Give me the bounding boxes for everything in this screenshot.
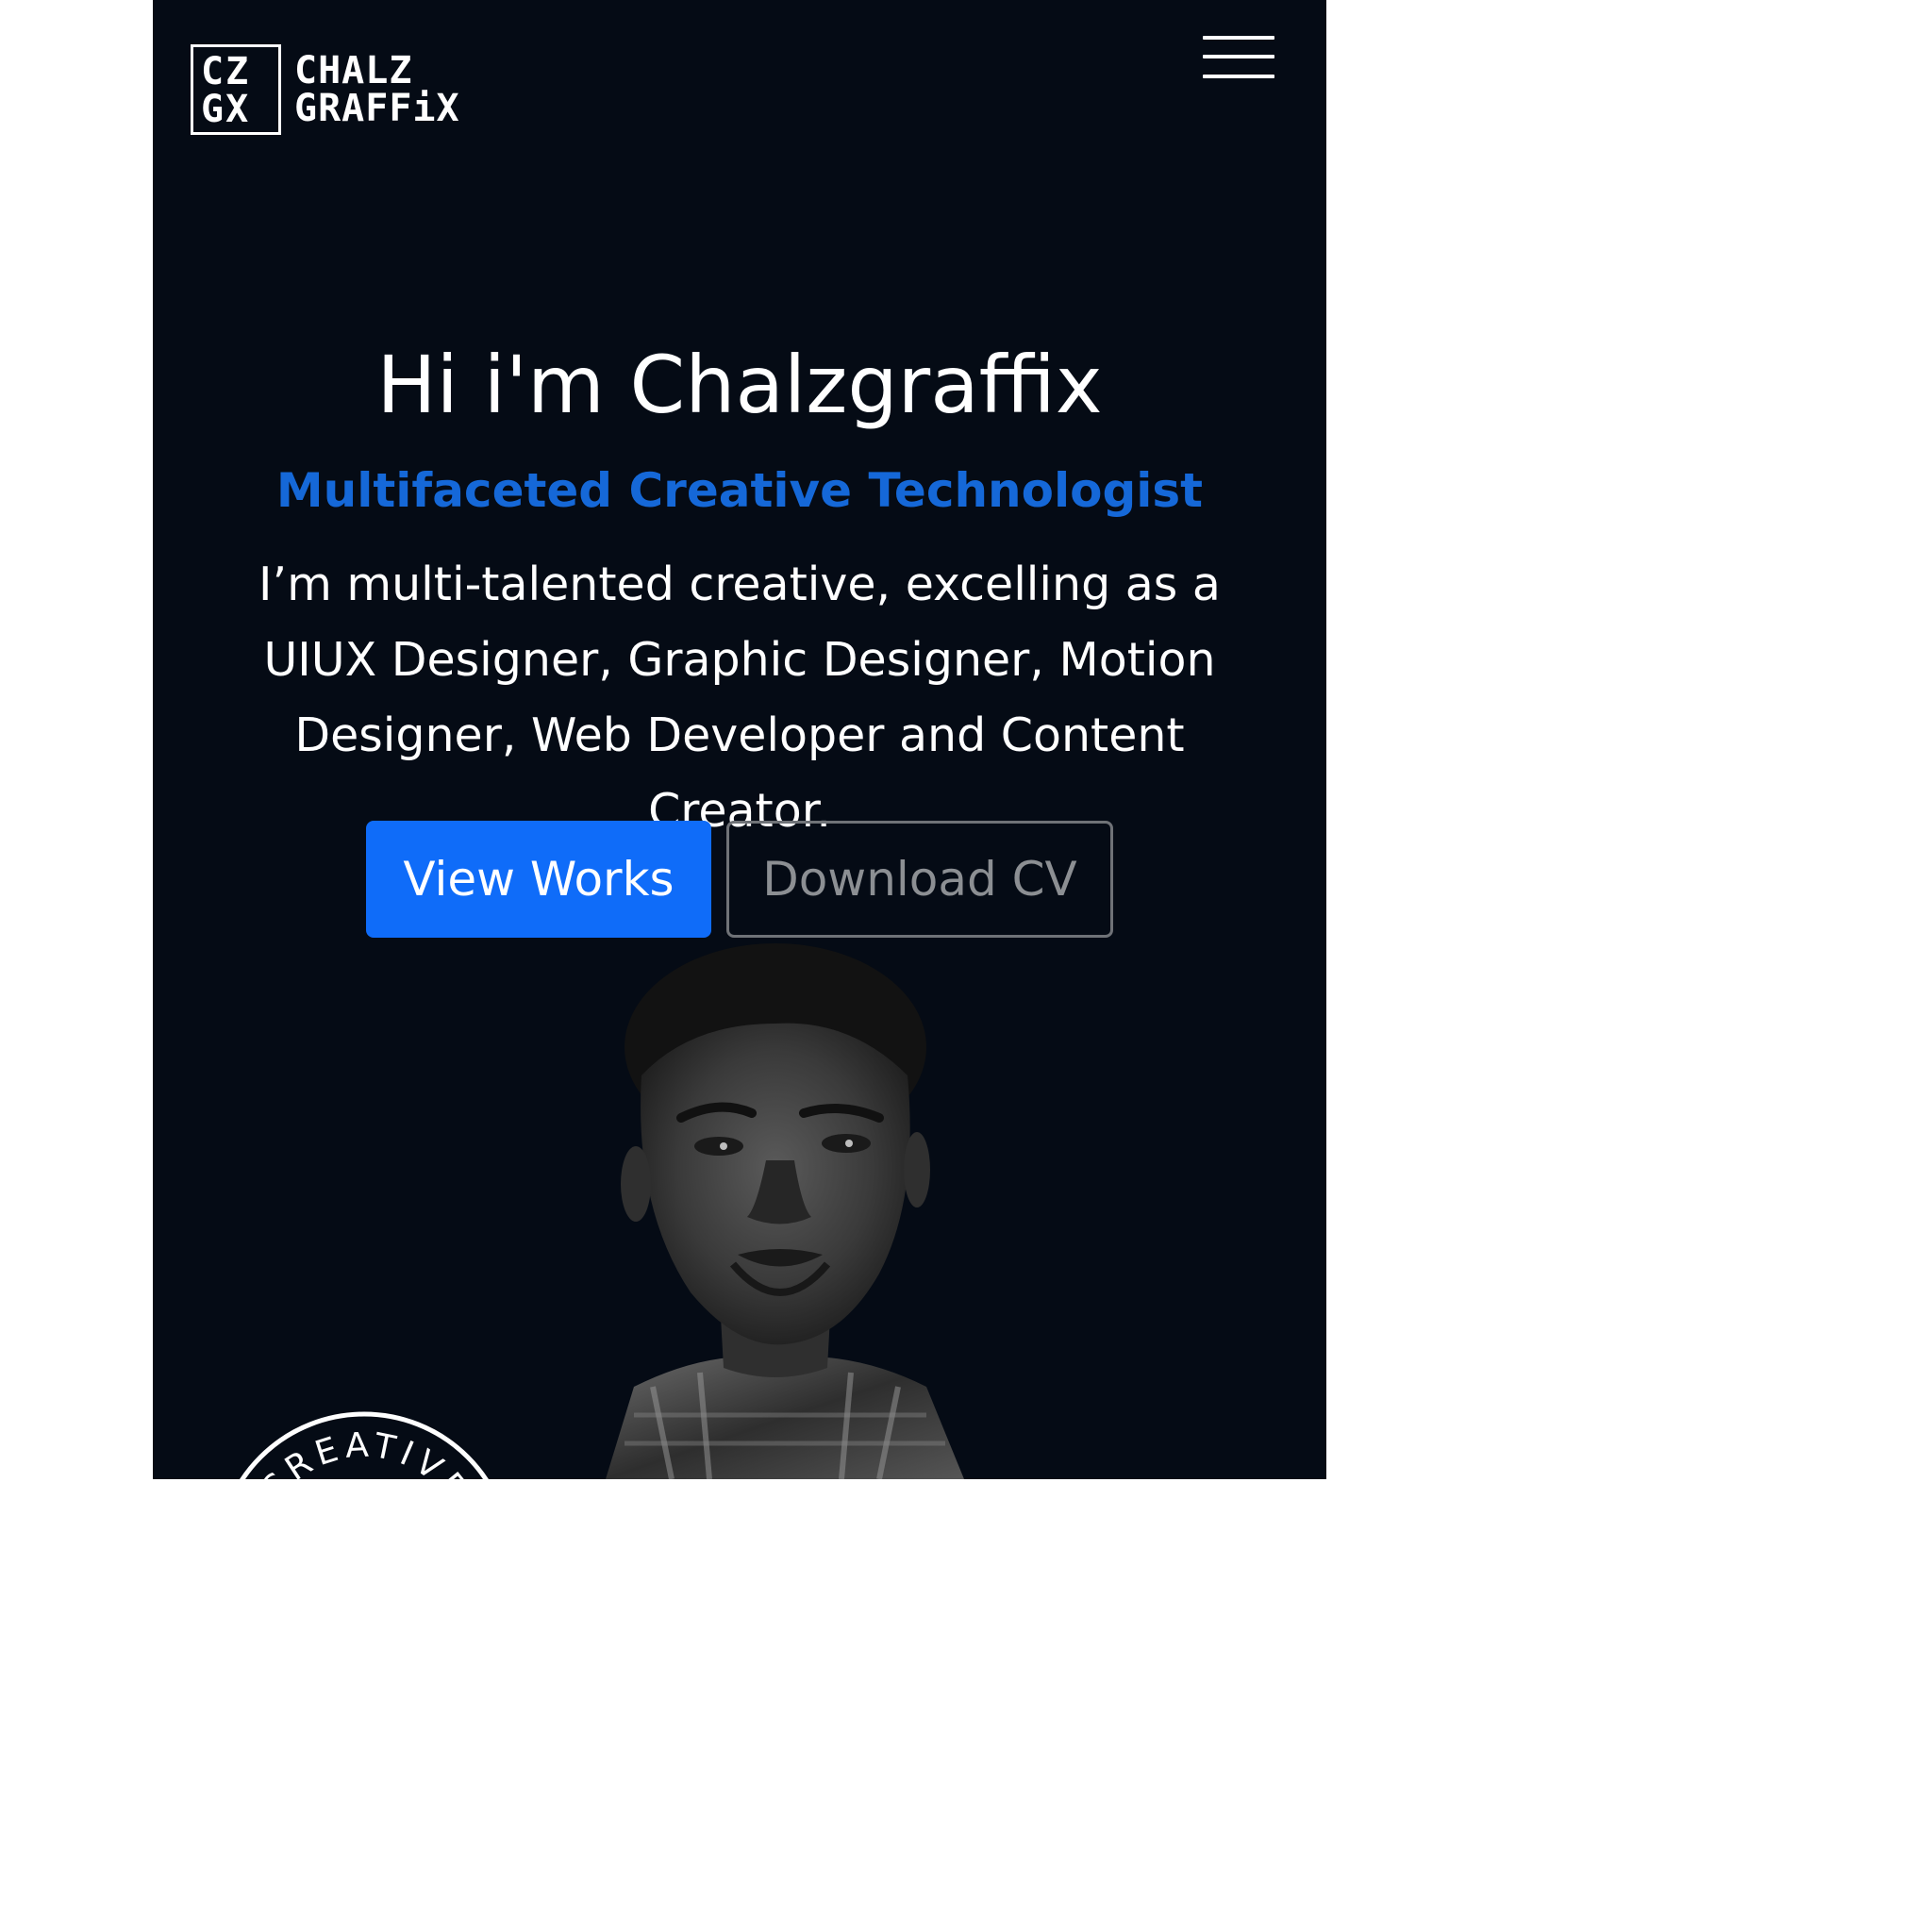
logo-mark-line-1: CZ [201,50,251,93]
menu-bar-top [1203,36,1274,40]
hamburger-menu-icon[interactable] [1200,34,1275,85]
hero-subtitle: Multifaceted Creative Technologist [275,463,1204,518]
logo-wordmark-line-1: CHALZ [294,49,413,92]
logo-wordmark-line-2: GRAFFiX [294,87,460,130]
download-cv-button[interactable]: Download CV [726,821,1113,938]
hero-title: Hi i'm Chalzgraffix [376,339,1103,431]
logo-mark-line-2: GX [201,88,251,131]
logo-mark: CZ GX [191,44,281,135]
menu-bar-middle [1203,55,1274,58]
view-works-button[interactable]: View Works [366,821,711,938]
hero-description: I’m multi-talented creative, excelling a… [258,558,1221,838]
creative-badge: CREATIVE [240,1411,489,1479]
portrait-photo [606,943,964,1479]
menu-bar-bottom [1203,75,1274,78]
brand-logo[interactable]: CZ GX CHALZ GRAFFiX [191,42,460,138]
app-screen: CZ GX CHALZ GRAFFiX Hi i'm Chalzgraffix … [153,0,1326,1479]
logo-wordmark: CHALZ GRAFFiX [294,52,460,127]
